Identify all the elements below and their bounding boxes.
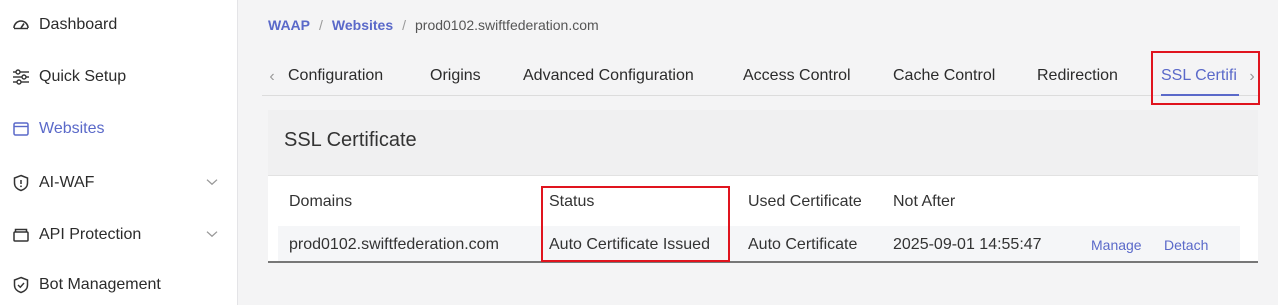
breadcrumb-websites-link[interactable]: Websites — [332, 17, 393, 33]
chevron-down-icon[interactable] — [206, 230, 218, 238]
sliders-icon — [12, 68, 30, 86]
column-header-used-certificate: Used Certificate — [748, 193, 862, 210]
shield-icon — [12, 276, 30, 294]
cell-not-after: 2025-09-01 14:55:47 — [893, 236, 1042, 253]
breadcrumb-separator: / — [402, 17, 406, 33]
column-header-domains: Domains — [289, 193, 353, 210]
highlight-box-status — [541, 186, 730, 262]
breadcrumb-separator: / — [319, 17, 323, 33]
highlight-box-ssl-tab — [1151, 51, 1260, 105]
sidebar-item-quick-setup[interactable]: Quick Setup — [0, 57, 238, 97]
sidebar-item-label: API Protection — [39, 226, 142, 243]
tab-access-control[interactable]: Access Control — [743, 67, 851, 85]
tab-origins[interactable]: Origins — [430, 67, 481, 85]
sidebar-item-api-protection[interactable]: API Protection — [0, 215, 238, 255]
folder-icon — [12, 226, 30, 244]
breadcrumb: WAAP / Websites / prod0102.swiftfederati… — [268, 17, 599, 33]
tabs-prev-arrow-icon[interactable]: ‹ — [266, 67, 278, 87]
sidebar-item-dashboard[interactable]: Dashboard — [0, 5, 238, 45]
tab-advanced-configuration[interactable]: Advanced Configuration — [523, 67, 694, 85]
tab-cache-control[interactable]: Cache Control — [893, 67, 995, 85]
sidebar-item-label: AI-WAF — [39, 174, 95, 191]
ssl-table: Domains Status Used Certificate Not Afte… — [268, 176, 1258, 263]
cell-used-certificate: Auto Certificate — [748, 236, 858, 253]
sidebar-item-label: Bot Management — [39, 276, 161, 293]
sidebar-item-label: Quick Setup — [39, 68, 127, 85]
cell-domain: prod0102.swiftfederation.com — [289, 236, 499, 253]
detach-link[interactable]: Detach — [1164, 237, 1208, 253]
sidebar-item-websites[interactable]: Websites — [0, 109, 238, 149]
tab-configuration[interactable]: Configuration — [288, 67, 383, 85]
sidebar: Dashboard Quick Setup Websites AI-WAF AP… — [0, 0, 238, 305]
chevron-down-icon[interactable] — [206, 178, 218, 186]
column-header-not-after: Not After — [893, 193, 956, 210]
shield-icon — [12, 174, 30, 192]
breadcrumb-current: prod0102.swiftfederation.com — [415, 17, 599, 33]
sidebar-item-label: Dashboard — [39, 16, 118, 33]
panel-title: SSL Certificate — [284, 129, 417, 151]
breadcrumb-waap-link[interactable]: WAAP — [268, 17, 310, 33]
sidebar-item-bot-management[interactable]: Bot Management — [0, 265, 238, 305]
tab-redirection[interactable]: Redirection — [1037, 67, 1118, 85]
panel-header: SSL Certificate — [268, 110, 1258, 176]
sidebar-item-ai-waf[interactable]: AI-WAF — [0, 163, 238, 203]
table-bottom-border — [268, 261, 1258, 263]
manage-link[interactable]: Manage — [1091, 237, 1142, 253]
sidebar-item-label: Websites — [39, 120, 105, 137]
tab-bar: ‹ Configuration Origins Advanced Configu… — [262, 58, 1258, 96]
dashboard-icon — [12, 16, 30, 34]
window-icon — [12, 120, 30, 138]
